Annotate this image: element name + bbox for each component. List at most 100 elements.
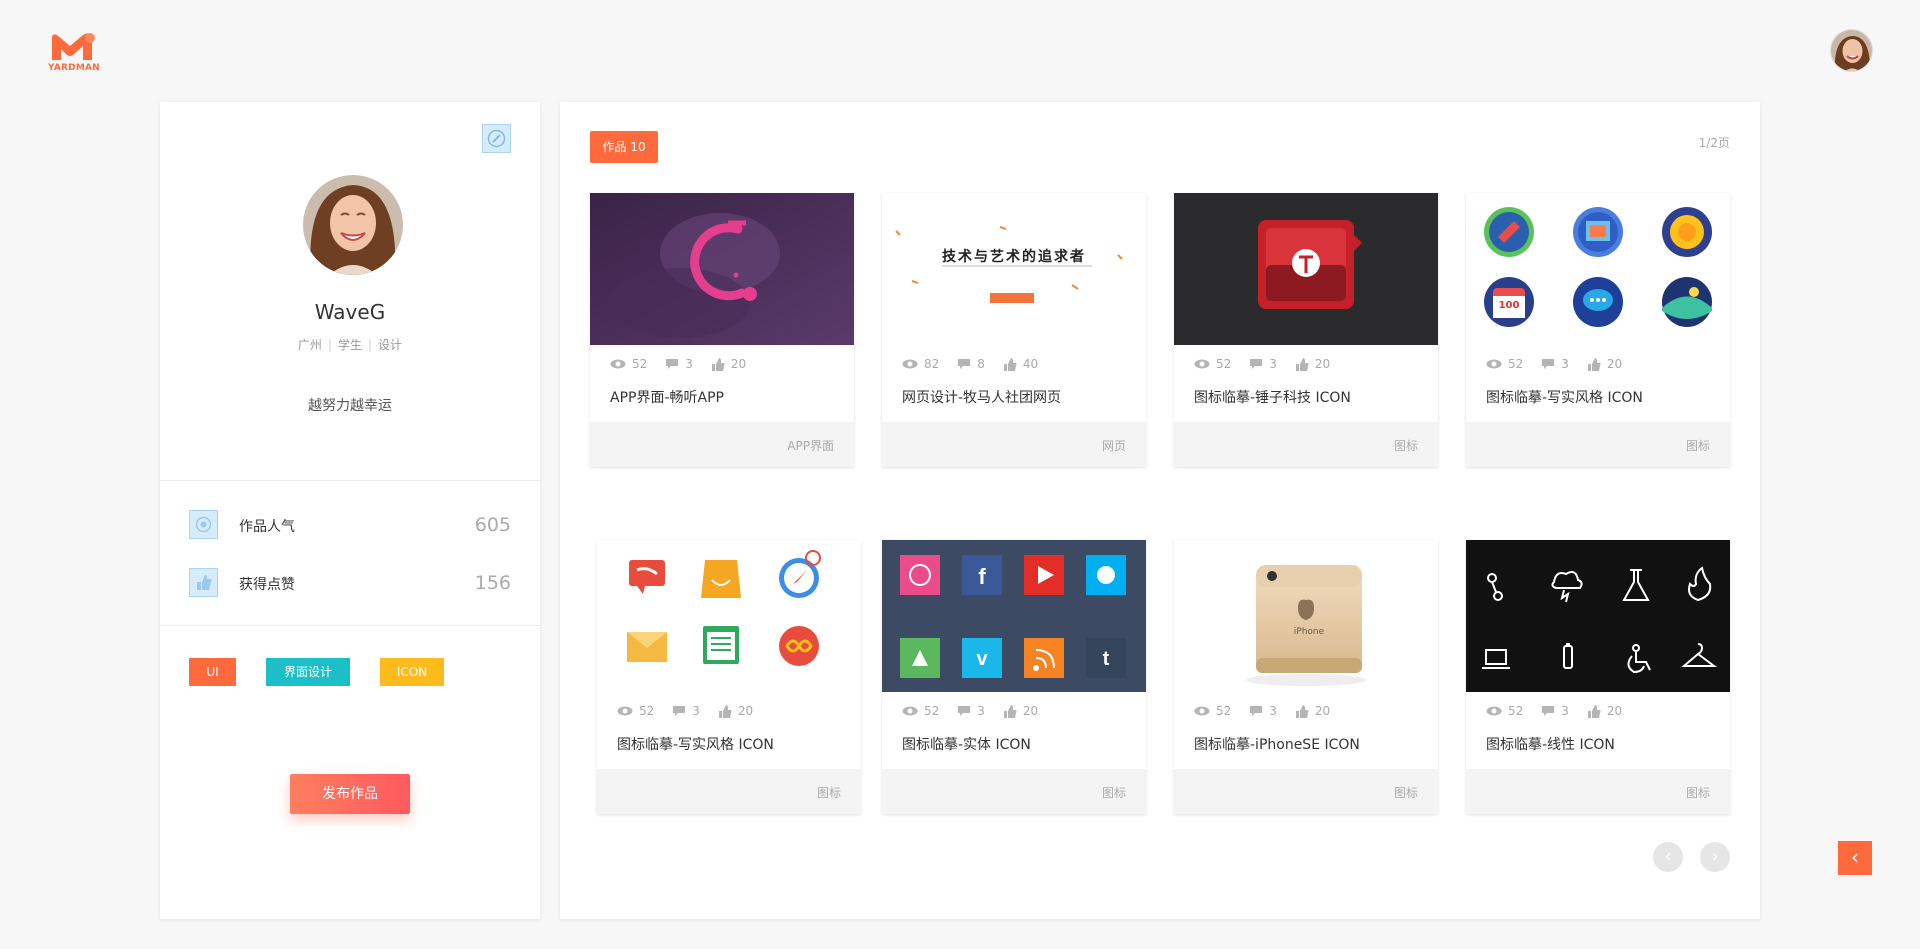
logo-text: YARDMAN [48, 63, 100, 73]
work-category[interactable]: 网页 [1102, 437, 1126, 454]
work-card[interactable]: 技术与艺术的追求者 82 8 40 网页设计-牧马人社团网页 网页 [882, 193, 1146, 467]
work-footer: 图标 [1466, 422, 1730, 467]
work-card[interactable]: 52 3 20 APP界面-畅听APP APP界面 [590, 193, 854, 467]
work-category[interactable]: 图标 [1102, 784, 1126, 801]
stat-value: 605 [474, 514, 511, 536]
tag-ui[interactable]: UI [189, 658, 236, 686]
back-button[interactable]: ‹ [1838, 841, 1872, 875]
profile-name: WaveG [314, 300, 386, 324]
work-category[interactable]: APP界面 [787, 437, 834, 454]
work-thumbnail[interactable] [1174, 193, 1438, 345]
work-stats: 52 3 20 [610, 356, 764, 372]
work-card[interactable]: f v t 52 3 20 图标临摹-实体 ICON 图标 [882, 540, 1146, 814]
stat-likes: 获得点赞 156 [189, 568, 511, 598]
eye-icon [610, 359, 626, 369]
eye-icon [189, 510, 218, 539]
logo-mark-icon [52, 33, 95, 60]
work-thumbnail[interactable]: iPhone [1174, 540, 1438, 692]
work-stats: 52 3 20 [902, 703, 1056, 719]
work-title[interactable]: 网页设计-牧马人社团网页 [902, 387, 1061, 407]
comment-count: 8 [977, 357, 985, 371]
stat-popularity: 作品人气 605 [189, 510, 511, 540]
like-count: 20 [730, 357, 747, 371]
work-thumbnail[interactable]: f v t [882, 540, 1146, 692]
work-card[interactable]: 52 3 20 图标临摹-写实风格 ICON 图标 [597, 540, 861, 814]
svg-text:t: t [1103, 648, 1110, 670]
next-page-button[interactable]: › [1700, 842, 1730, 872]
work-category[interactable]: 图标 [1686, 784, 1710, 801]
work-category[interactable]: 图标 [1394, 784, 1418, 801]
work-title[interactable]: APP界面-畅听APP [610, 387, 724, 407]
work-category[interactable]: 图标 [817, 784, 841, 801]
comment-icon [1250, 706, 1263, 716]
work-category[interactable]: 图标 [1686, 437, 1710, 454]
work-title[interactable]: 图标临摹-写实风格 ICON [1486, 387, 1643, 407]
thumb-up-icon [711, 357, 725, 371]
thumb-up-icon [718, 704, 732, 718]
work-footer: 图标 [1466, 769, 1730, 814]
work-title[interactable]: 图标临摹-写实风格 ICON [617, 734, 774, 754]
work-footer: 图标 [882, 769, 1146, 814]
yardman-logo[interactable]: YARDMAN [48, 30, 100, 74]
work-footer: 图标 [1174, 769, 1438, 814]
view-count: 82 [924, 357, 940, 371]
comment-count: 3 [1269, 704, 1277, 718]
like-count: 20 [1606, 704, 1623, 718]
profile-meta: 广州 | 学生 | 设计 [297, 338, 403, 352]
work-title[interactable]: 图标临摹-锤子科技 ICON [1194, 387, 1351, 407]
tag-icon[interactable]: ICON [380, 658, 444, 686]
eye-icon [902, 359, 918, 369]
edit-profile-icon[interactable] [482, 124, 511, 153]
view-count: 52 [1216, 357, 1232, 371]
eye-icon [1194, 706, 1210, 716]
work-card[interactable]: 52 3 20 图标临摹-线性 ICON 图标 [1466, 540, 1730, 814]
tag-interface-design[interactable]: 界面设计 [266, 658, 350, 686]
like-count: 40 [1022, 357, 1039, 371]
comment-count: 3 [977, 704, 985, 718]
eye-icon [902, 706, 918, 716]
eye-icon [1486, 706, 1502, 716]
work-title[interactable]: 图标临摹-实体 ICON [902, 734, 1031, 754]
thumb-up-icon [1587, 357, 1601, 371]
user-avatar[interactable] [1830, 29, 1873, 72]
works-badge-count: 10 [630, 140, 646, 154]
thumb-up-icon [1295, 357, 1309, 371]
work-card[interactable]: 100 52 3 20 图标临摹-写实风格 ICON 图标 [1466, 193, 1730, 467]
work-title[interactable]: 图标临摹-iPhoneSE ICON [1194, 734, 1360, 754]
work-thumbnail[interactable] [590, 193, 854, 345]
work-thumbnail[interactable] [1466, 540, 1730, 692]
work-card[interactable]: 52 3 20 图标临摹-锤子科技 ICON 图标 [1174, 193, 1438, 467]
thumb-up-icon [1003, 357, 1017, 371]
divider [160, 480, 540, 481]
comment-icon [666, 359, 679, 369]
thumb-up-icon [1295, 704, 1309, 718]
view-count: 52 [632, 357, 648, 371]
comment-icon [1542, 359, 1555, 369]
work-thumbnail[interactable]: 100 [1466, 193, 1730, 345]
thumb-up-icon [1587, 704, 1601, 718]
work-stats: 52 3 20 [1486, 703, 1640, 719]
like-count: 20 [737, 704, 754, 718]
comment-icon [958, 706, 971, 716]
work-footer: APP界面 [590, 422, 854, 467]
view-count: 52 [639, 704, 655, 718]
work-category[interactable]: 图标 [1394, 437, 1418, 454]
view-count: 52 [1216, 704, 1232, 718]
publish-work-button[interactable]: 发布作品 [290, 774, 410, 814]
view-count: 52 [924, 704, 940, 718]
comment-icon [958, 359, 971, 369]
profile-avatar [303, 175, 403, 275]
work-card[interactable]: iPhone 52 3 20 图标临摹-iPhoneSE ICON 图标 [1174, 540, 1438, 814]
eye-icon [1194, 359, 1210, 369]
prev-page-button[interactable]: ‹ [1653, 842, 1683, 872]
work-title[interactable]: 图标临摹-线性 ICON [1486, 734, 1615, 754]
svg-text:v: v [976, 648, 988, 670]
comment-count: 3 [685, 357, 693, 371]
meta-city: 广州 [297, 338, 322, 352]
works-count-badge[interactable]: 作品 10 [590, 131, 658, 163]
like-count: 20 [1314, 704, 1331, 718]
work-thumbnail[interactable] [597, 540, 861, 692]
divider [160, 625, 540, 626]
work-thumbnail[interactable]: 技术与艺术的追求者 [882, 193, 1146, 345]
iphone-label: iPhone [1293, 627, 1325, 637]
